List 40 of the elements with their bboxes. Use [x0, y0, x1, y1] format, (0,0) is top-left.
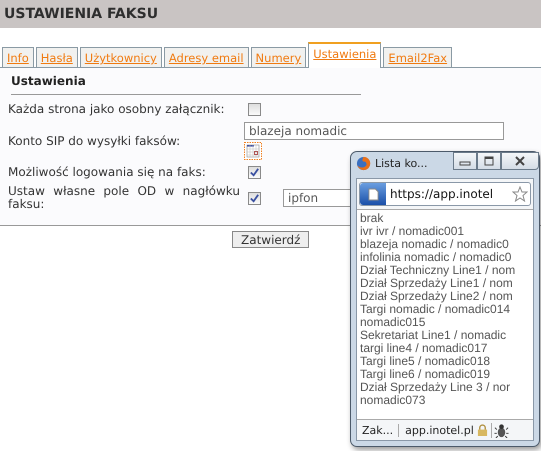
browser-icon — [356, 156, 371, 170]
maximize-icon[interactable] — [477, 152, 501, 170]
page-icon[interactable] — [360, 183, 386, 205]
close-icon[interactable] — [501, 152, 539, 170]
status-text: Zak... — [357, 424, 400, 436]
list-item[interactable]: infolinia nomadic / nomadic0 — [360, 251, 533, 264]
page-title: USTAWIENIA FAKSU — [4, 6, 158, 22]
submit-button[interactable]: Zatwierdź — [232, 231, 310, 248]
list-item[interactable]: targi line4 / nomadic017 — [360, 342, 533, 355]
lock-icon — [476, 424, 488, 436]
checkbox[interactable] — [248, 192, 261, 204]
bug-icon[interactable] — [490, 422, 509, 438]
url-text: https://app.inotel — [390, 187, 494, 201]
domain-text: app.inotel.pl — [404, 424, 475, 436]
checkbox[interactable] — [248, 166, 261, 179]
list-item[interactable]: nomadic073 — [360, 394, 533, 407]
checkbox[interactable] — [248, 103, 261, 116]
address-bar[interactable]: https://app.inotel — [359, 182, 531, 206]
list-item[interactable]: Sekretariat Line1 / nomadic — [360, 329, 533, 342]
calendar-icon[interactable] — [244, 142, 262, 160]
field-label: Każda strona jako osobny załącznik: — [8, 103, 226, 116]
field-label: Konto SIP do wysyłki faksów: — [8, 134, 182, 148]
list-item[interactable]: Targi line5 / nomadic018 — [360, 355, 533, 368]
window-title: Lista ko... — [375, 156, 428, 170]
list-item[interactable]: brak — [360, 212, 533, 225]
minimize-icon[interactable] — [453, 152, 477, 170]
text-field[interactable]: blazeja nomadic — [244, 122, 504, 140]
list-item[interactable]: Dział Sprzedaży Line1 / nom — [360, 277, 533, 290]
list-item[interactable]: Dział Techniczny Line1 / nom — [360, 264, 533, 277]
list-item[interactable]: Targi line6 / nomadic019 — [360, 368, 533, 381]
list-item[interactable]: ivr ivr / nomadic001 — [360, 225, 533, 238]
list-item[interactable]: Dział Sprzedaży Line 3 / nor — [360, 381, 533, 394]
list-item[interactable]: Targi nomadic / nomadic014 — [360, 303, 533, 316]
list-item[interactable]: nomadic015 — [360, 316, 533, 329]
list-item[interactable]: Dział Sprzedaży Line2 / nom — [360, 290, 533, 303]
list-item[interactable]: blazeja nomadic / nomadic0 — [360, 238, 533, 251]
field-label: Ustaw własne pole OD w nagłówku faksu: — [8, 185, 240, 211]
field-label: Możliwość logowania się na faks: — [8, 166, 207, 179]
section-title: Ustawienia — [10, 74, 87, 88]
star-icon[interactable] — [512, 186, 528, 202]
